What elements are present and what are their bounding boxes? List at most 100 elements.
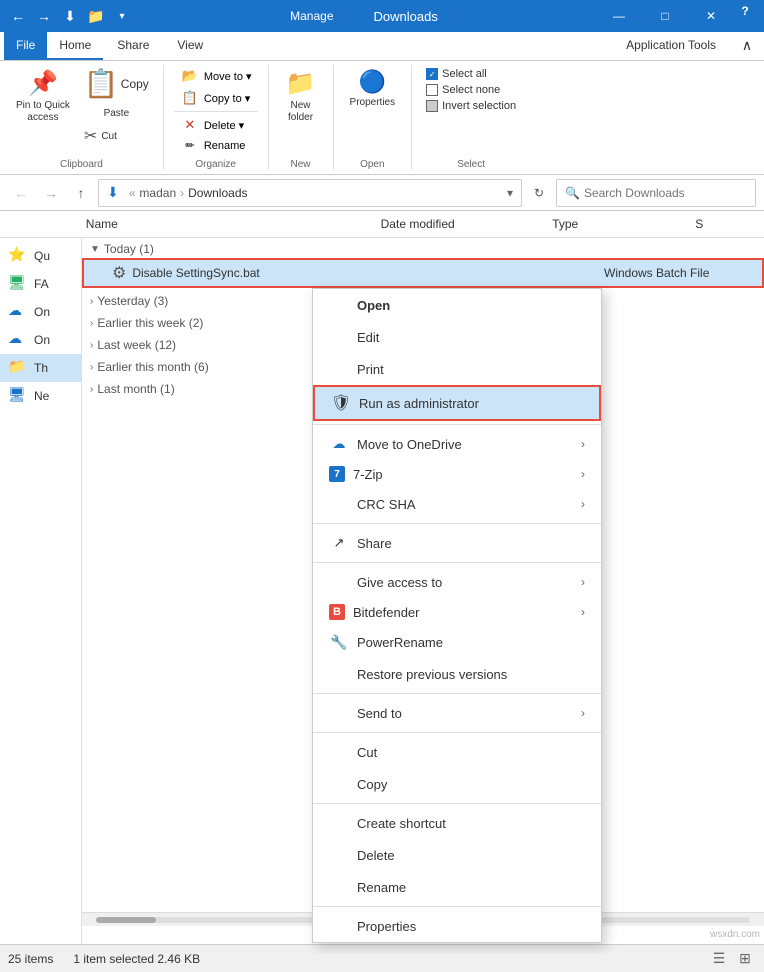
paste-label: Paste (104, 108, 130, 120)
sidebar: ⭐ Qu 🖥 FA ☁ On ☁ On 📁 Th 🖥 Ne (0, 238, 82, 954)
organize-content: 📂 Move to ▾ 📋 Copy to ▾ ✕ Delete ▾ ✏ Ren… (174, 65, 258, 155)
ctx-admin-label: Run as administrator (359, 396, 583, 411)
ctx-rename[interactable]: Rename (313, 871, 601, 903)
ctx-bitdefender[interactable]: B Bitdefender › (313, 598, 601, 626)
pin-icon: 📌 (28, 69, 58, 98)
search-input[interactable] (584, 186, 747, 200)
ctx-run-as-admin[interactable]: 🛡 Run as administrator (313, 385, 601, 421)
copy-icon: 📋 (84, 67, 119, 100)
details-view-icon[interactable]: ☰ (708, 948, 730, 970)
file-item-disable-settingsync[interactable]: ⚙ Disable SettingSync.bat Windows Batch … (82, 258, 764, 288)
ctx-share-label: Share (357, 536, 585, 551)
pin-quick-access-button[interactable]: 📌 Pin to Quick access (10, 65, 76, 128)
sidebar-item-this-pc[interactable]: 📁 Th (0, 354, 81, 382)
new-group: 📁 New folder New (269, 65, 334, 170)
ctx-copy[interactable]: Copy (313, 768, 601, 800)
group-today-header[interactable]: ▼ Today (1) (82, 240, 764, 258)
title-bar: ← → ⬇ 📁 ▾ Manage Downloads — □ ✕ ? (0, 0, 764, 32)
path-download-icon: ⬇ (107, 184, 119, 201)
clipboard-group: 📌 Pin to Quick access 📋 Copy Paste ✂ Cut (0, 65, 164, 170)
ctx-print-label: Print (357, 362, 585, 377)
tab-home[interactable]: Home (47, 32, 103, 60)
ctx-powerrename[interactable]: 🔧 PowerRename (313, 626, 601, 658)
new-folder-button[interactable]: 📁 New folder (279, 65, 323, 128)
ctx-move-onedrive[interactable]: ☁ Move to OneDrive › (313, 428, 601, 460)
ctx-sendto-label: Send to (357, 706, 581, 721)
ctx-create-shortcut[interactable]: Create shortcut (313, 807, 601, 839)
tab-view[interactable]: View (163, 32, 217, 60)
header-type[interactable]: Type (544, 215, 687, 233)
properties-button[interactable]: 🔵 Properties (344, 65, 402, 113)
back-button[interactable]: ← (8, 180, 34, 206)
copy-to-button[interactable]: 📋 Copy to ▾ (174, 87, 258, 109)
rename-button[interactable]: ✏ Rename (174, 136, 258, 155)
invert-checkbox[interactable] (426, 100, 438, 112)
maximize-button[interactable]: □ (642, 0, 688, 32)
folder-icon: 📁 (86, 6, 106, 26)
sidebar-item-network[interactable]: 🖥 Ne (0, 382, 81, 410)
select-all-checkbox[interactable]: ✓ (426, 68, 438, 80)
search-box[interactable]: 🔍 (556, 179, 756, 207)
tab-file[interactable]: File (4, 32, 47, 60)
ribbon-toggle[interactable]: ∧ (734, 32, 760, 58)
ctx-crcsha[interactable]: CRC SHA › (313, 488, 601, 520)
ctx-give-access[interactable]: Give access to › (313, 566, 601, 598)
tab-share[interactable]: Share (103, 32, 163, 60)
header-date[interactable]: Date modified (373, 215, 545, 233)
refresh-button[interactable]: ↻ (526, 180, 552, 206)
context-menu: Open Edit Print 🛡 Run as administrator ☁… (312, 288, 602, 943)
select-none-button[interactable]: Select none (422, 83, 520, 97)
manage-tab[interactable]: Manage (270, 3, 353, 29)
select-all-button[interactable]: ✓ Select all (422, 67, 520, 81)
ctx-cut[interactable]: Cut (313, 736, 601, 768)
scrollbar-thumb[interactable] (96, 917, 156, 923)
header-name[interactable]: Name (78, 215, 373, 233)
rename-icon: ✏ (180, 139, 200, 152)
ctx-delete[interactable]: Delete (313, 839, 601, 871)
cut-button[interactable]: ✂ Cut (80, 124, 153, 148)
ctx-print[interactable]: Print (313, 353, 601, 385)
path-dropdown-icon[interactable]: ▾ (507, 186, 513, 200)
copy-button[interactable]: 📋 Copy (80, 65, 153, 102)
forward-button[interactable]: → (38, 180, 64, 206)
sidebar-item-onedrive-1[interactable]: ☁ On (0, 298, 81, 326)
select-all-label: Select all (442, 68, 487, 80)
up-button[interactable]: ↑ (68, 180, 94, 206)
header-size[interactable]: S (687, 215, 764, 233)
expand-today-icon: ▼ (90, 244, 100, 255)
ctx-properties[interactable]: Properties (313, 910, 601, 942)
ctx-7zip-arrow: › (581, 467, 585, 481)
dropdown-icon[interactable]: ▾ (112, 6, 132, 26)
ctx-share[interactable]: ↗ Share (313, 527, 601, 559)
ctx-copy-label: Copy (357, 777, 585, 792)
sidebar-label-on1: On (34, 305, 50, 319)
ctx-restore-versions[interactable]: Restore previous versions (313, 658, 601, 690)
move-to-button[interactable]: 📂 Move to ▾ (174, 65, 258, 87)
ctx-sendto-icon (329, 703, 349, 723)
select-none-checkbox[interactable] (426, 84, 438, 96)
path-username: madan (139, 186, 176, 200)
close-button[interactable]: ✕ (688, 0, 734, 32)
down-icon: ⬇ (60, 6, 80, 26)
ctx-open[interactable]: Open (313, 289, 601, 321)
sidebar-item-quick[interactable]: ⭐ Qu (0, 242, 81, 270)
paste-button[interactable]: Paste (80, 104, 153, 122)
ctx-send-to[interactable]: Send to › (313, 697, 601, 729)
group-last-month-label: Last month (1) (97, 382, 174, 396)
sidebar-item-onedrive-2[interactable]: ☁ On (0, 326, 81, 354)
address-path[interactable]: ⬇ « madan › Downloads ▾ (98, 179, 522, 207)
tiles-view-icon[interactable]: ⊞ (734, 948, 756, 970)
help-button[interactable]: ? (734, 0, 756, 22)
delete-button[interactable]: ✕ Delete ▾ (174, 114, 258, 136)
tab-application-tools[interactable]: Application Tools (612, 32, 730, 60)
invert-selection-button[interactable]: Invert selection (422, 99, 520, 113)
organize-group-label: Organize (195, 155, 236, 170)
ctx-properties-icon (329, 916, 349, 936)
ctx-delete-icon (329, 845, 349, 865)
sidebar-item-fa[interactable]: 🖥 FA (0, 270, 81, 298)
ctx-7zip[interactable]: 7 7-Zip › (313, 460, 601, 488)
minimize-button[interactable]: — (596, 0, 642, 32)
select-content: ✓ Select all Select none Invert selectio… (422, 65, 520, 155)
ctx-properties-label: Properties (357, 919, 585, 934)
ctx-edit[interactable]: Edit (313, 321, 601, 353)
